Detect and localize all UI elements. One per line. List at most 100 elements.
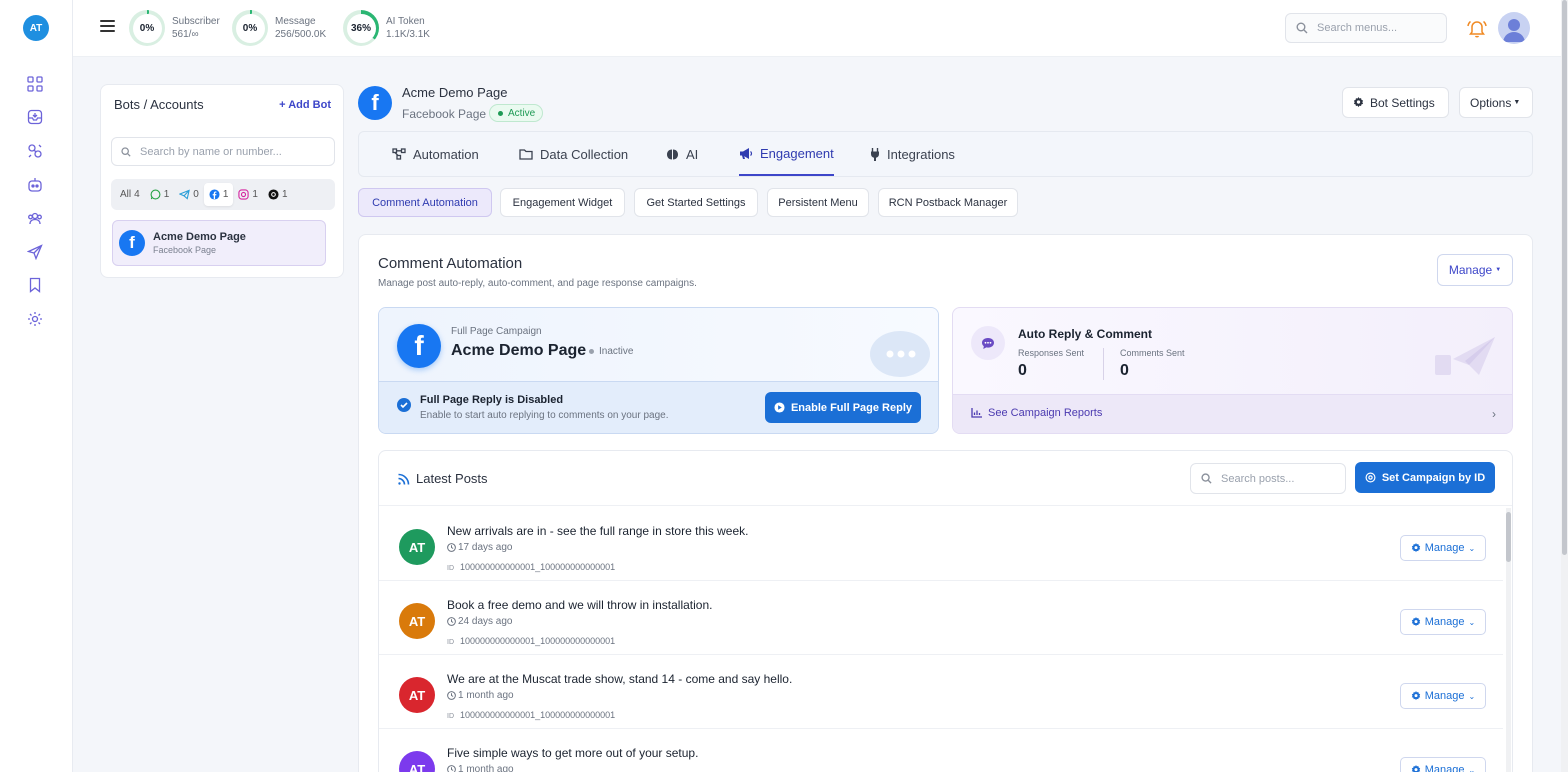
filter-tab-threads[interactable]: 1 <box>263 183 293 206</box>
filter-tab-all[interactable]: All 4 <box>115 183 145 206</box>
latest-posts-title: Latest Posts <box>416 471 488 486</box>
posts-scrollbar[interactable] <box>1506 508 1511 772</box>
chat-icon <box>971 326 1005 360</box>
post-manage-button[interactable]: Manage ⌄ <box>1400 757 1486 772</box>
filter-tab-instagram[interactable]: 1 <box>233 183 263 206</box>
bot-settings-button[interactable]: Bot Settings <box>1342 87 1449 118</box>
enable-full-page-reply-button[interactable]: Enable Full Page Reply <box>765 392 921 423</box>
tab-integrations[interactable]: Integrations <box>870 132 955 176</box>
subtab-persistent-menu[interactable]: Persistent Menu <box>767 188 869 217</box>
target-icon <box>1365 472 1376 483</box>
full-page-campaign-card: f Full Page Campaign Acme Demo Page Inac… <box>378 307 939 434</box>
message-ring: 0% <box>232 10 268 46</box>
campaign-reports-link[interactable]: See Campaign Reports › <box>953 394 1512 433</box>
post-manage-button[interactable]: Manage ⌄ <box>1400 609 1486 635</box>
filter-tab-telegram[interactable]: 0 <box>174 183 204 206</box>
menu-search-input[interactable]: Search menus... <box>1285 13 1447 43</box>
search-icon <box>1296 22 1308 34</box>
post-manage-button[interactable]: Manage ⌄ <box>1400 535 1486 561</box>
chevron-down-icon: ⌄ <box>1468 691 1476 701</box>
send-icon[interactable] <box>25 242 45 262</box>
page-scrollbar[interactable] <box>1561 0 1568 772</box>
megaphone-icon <box>740 147 753 159</box>
post-id: ID 100000000000001_100000000000001 <box>447 636 616 646</box>
tab-automation[interactable]: Automation <box>392 132 479 176</box>
post-search-input[interactable]: Search posts... <box>1190 463 1346 494</box>
subtab-get-started-settings[interactable]: Get Started Settings <box>634 188 758 217</box>
tab-data-collection[interactable]: Data Collection <box>519 132 628 176</box>
ai-token-ring: 36% <box>343 10 379 46</box>
subscriber-stat: 0% Subscriber 561/∞ <box>129 10 220 46</box>
inbox-icon[interactable] <box>25 107 45 127</box>
options-dropdown[interactable]: Options ▼ <box>1459 87 1533 118</box>
nav-rail: AT <box>0 0 73 772</box>
post-avatar: AT <box>399 529 435 565</box>
gear-icon <box>1411 543 1420 553</box>
brain-icon <box>667 149 678 159</box>
post-manage-button[interactable]: Manage ⌄ <box>1400 683 1486 709</box>
add-bot-button[interactable]: + Add Bot <box>279 99 331 111</box>
integrations-icon[interactable] <box>25 141 45 161</box>
gear-icon <box>1411 765 1420 772</box>
responses-sent-label: Responses Sent <box>1018 348 1085 358</box>
dashboard-icon[interactable] <box>25 74 45 94</box>
subtab-comment-automation[interactable]: Comment Automation <box>358 188 492 217</box>
manage-dropdown[interactable]: Manage ▼ <box>1437 254 1513 286</box>
gear-icon <box>1411 691 1420 701</box>
bookmark-icon[interactable] <box>25 275 45 295</box>
post-age: 17 days ago <box>447 542 513 553</box>
top-bar: 0% Subscriber 561/∞ 0% Message 256/500.0K … <box>73 0 1561 57</box>
caret-down-icon: ▼ <box>1513 99 1521 106</box>
post-avatar: AT <box>399 677 435 713</box>
telegram-icon <box>179 189 191 200</box>
clock-icon <box>447 691 456 700</box>
folder-icon <box>519 149 533 160</box>
notification-bell-icon[interactable] <box>1466 17 1488 39</box>
post-id: ID 100000000000001_100000000000001 <box>447 710 616 720</box>
reply-disabled-description: Enable to start auto replying to comment… <box>420 410 669 421</box>
menu-toggle-icon[interactable] <box>100 20 115 34</box>
users-icon[interactable] <box>25 208 45 228</box>
clock-icon <box>447 617 456 626</box>
filter-tab-whatsapp[interactable]: 1 <box>145 183 175 206</box>
play-circle-icon <box>774 402 785 413</box>
status-badge: Active <box>489 104 544 122</box>
subtab-engagement-widget[interactable]: Engagement Widget <box>500 188 625 217</box>
caret-down-icon: ▼ <box>1495 267 1502 273</box>
message-stat: 0% Message 256/500.0K <box>232 10 326 46</box>
filter-tab-facebook[interactable]: 1 <box>203 183 234 206</box>
paper-plane-icon <box>1433 335 1497 379</box>
post-age: 1 month ago <box>447 690 514 701</box>
bar-chart-icon <box>971 408 982 418</box>
platform-filter-tabs: All 4 1 0 1 1 1 <box>111 179 335 210</box>
subtab-rcn-postback-manager[interactable]: RCN Postback Manager <box>878 188 1018 217</box>
post-id: ID 100000000000001_100000000000001 <box>447 562 616 572</box>
clock-icon <box>447 543 456 552</box>
post-row: AT Book a free demo and we will throw in… <box>379 581 1503 655</box>
bot-icon[interactable] <box>25 175 45 195</box>
search-icon <box>121 146 131 157</box>
chat-bubble-icon <box>870 331 930 377</box>
comments-sent-value: 0 <box>1120 362 1129 379</box>
user-avatar[interactable] <box>1498 12 1530 44</box>
brand-logo[interactable]: AT <box>23 15 49 41</box>
post-text: New arrivals are in - see the full range… <box>447 524 749 538</box>
gear-icon <box>1353 97 1364 108</box>
bot-list-item[interactable]: f Acme Demo Page Facebook Page <box>112 220 326 266</box>
chevron-right-icon: › <box>1492 407 1496 421</box>
auto-reply-title: Auto Reply & Comment <box>1018 327 1153 341</box>
subscriber-ring: 0% <box>129 10 165 46</box>
tab-engagement[interactable]: Engagement <box>739 132 834 176</box>
threads-icon <box>268 189 279 200</box>
responses-sent-value: 0 <box>1018 362 1027 379</box>
bot-search-input[interactable]: Search by name or number... <box>111 137 335 166</box>
chevron-down-icon: ⌄ <box>1468 543 1476 553</box>
campaign-label: Full Page Campaign <box>451 326 542 337</box>
whatsapp-icon <box>150 189 161 200</box>
tab-ai[interactable]: AI <box>666 132 698 176</box>
settings-icon[interactable] <box>25 309 45 329</box>
post-text: Five simple ways to get more out of your… <box>447 746 699 760</box>
chevron-down-icon: ⌄ <box>1468 765 1476 772</box>
set-campaign-by-id-button[interactable]: Set Campaign by ID <box>1355 462 1495 493</box>
facebook-icon: f <box>358 86 392 120</box>
